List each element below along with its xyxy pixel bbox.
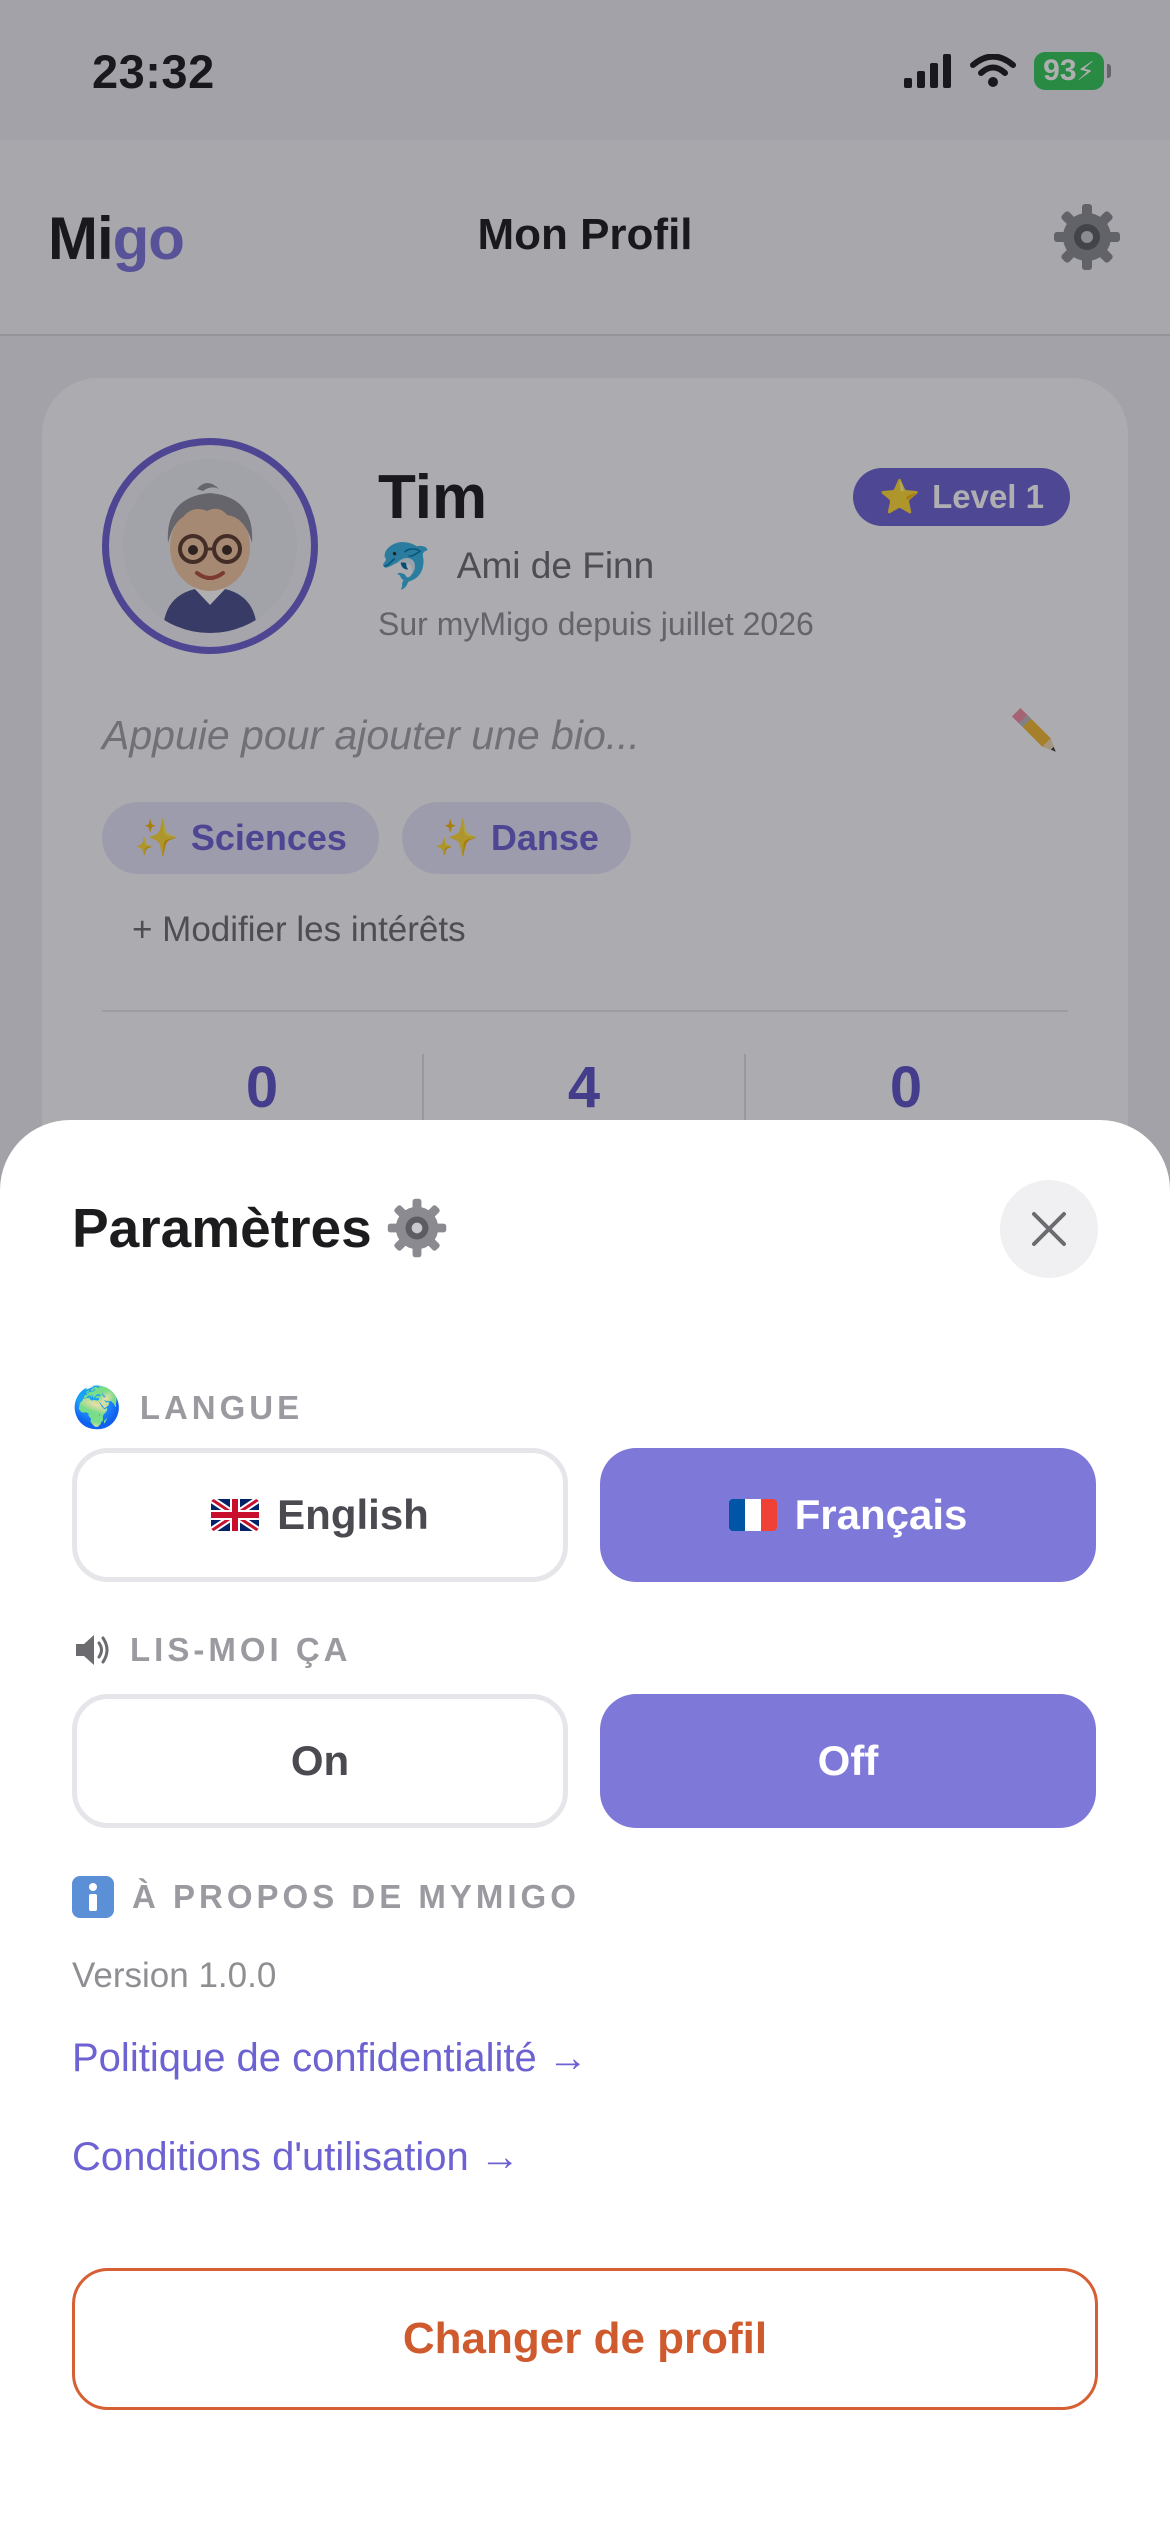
settings-title: Paramètres [72, 1196, 448, 1260]
close-icon [1032, 1212, 1066, 1246]
privacy-policy-link[interactable]: Politique de confidentialité → [72, 2036, 588, 2081]
language-label: LANGUE [139, 1388, 304, 1426]
language-option-label: English [277, 1491, 429, 1538]
language-option-english[interactable]: English [72, 1448, 568, 1582]
uk-flag-icon [211, 1499, 260, 1531]
speaker-icon [76, 1635, 109, 1665]
terms-of-use-link[interactable]: Conditions d'utilisation → [72, 2135, 520, 2180]
close-button[interactable] [1000, 1180, 1098, 1278]
read-aloud-label: LIS-MOI ÇA [130, 1631, 352, 1668]
language-option-francais[interactable]: Français [600, 1448, 1096, 1582]
language-option-label: Français [794, 1491, 968, 1538]
gear-icon [387, 1198, 446, 1258]
switch-profile-button[interactable]: Changer de profil [72, 2268, 1098, 2410]
language-section-label: 🌍 LANGUE [72, 1384, 303, 1431]
read-aloud-on-button[interactable]: On [72, 1694, 568, 1828]
settings-title-text: Paramètres [72, 1197, 372, 1259]
version-text: Version 1.0.0 [72, 1956, 277, 1995]
read-aloud-off-button[interactable]: Off [600, 1694, 1096, 1828]
france-flag-icon [728, 1499, 777, 1531]
settings-sheet: Paramètres 🌍 LANGUE English Français LIS… [0, 1120, 1170, 2532]
about-section-label: À PROPOS DE MYMIGO [72, 1876, 580, 1918]
info-icon [72, 1876, 114, 1918]
read-aloud-section-label: LIS-MOI ÇA [72, 1630, 351, 1670]
about-label: À PROPOS DE MYMIGO [132, 1878, 580, 1915]
globe-icon: 🌍 [72, 1386, 122, 1430]
